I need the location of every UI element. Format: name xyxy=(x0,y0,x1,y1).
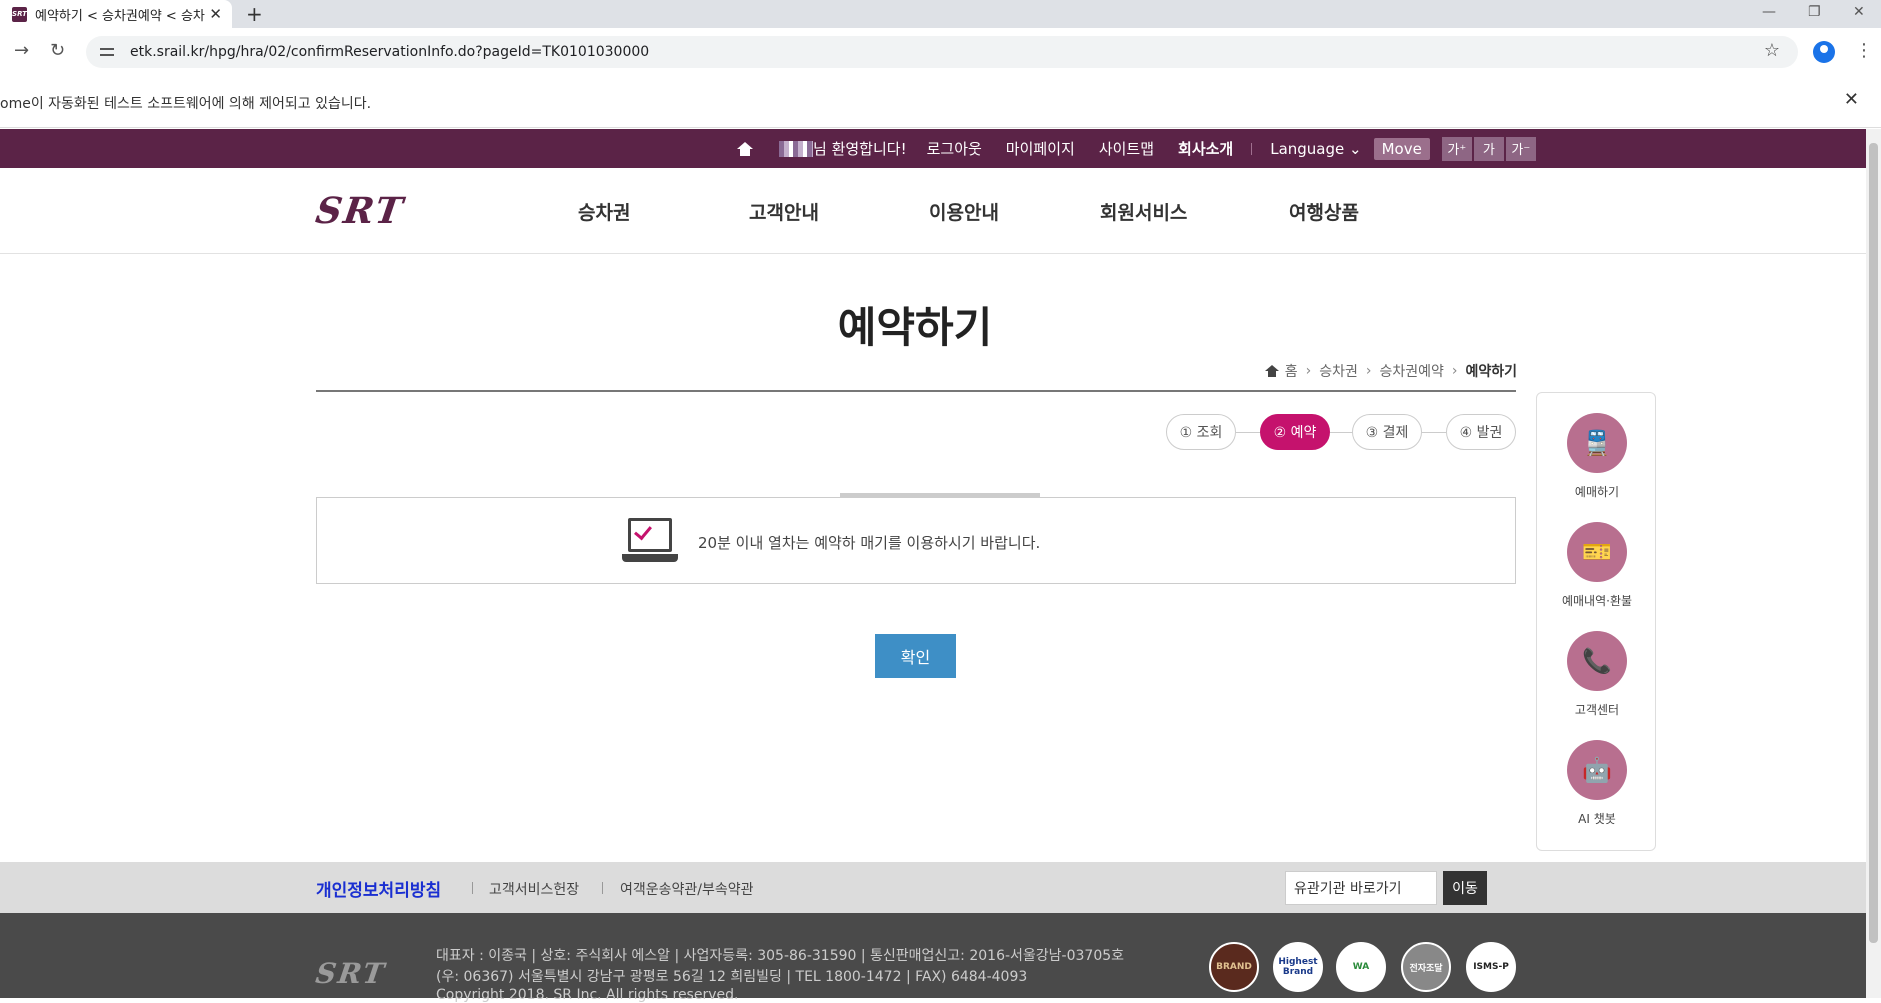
step-issue: ④ 발권 xyxy=(1446,414,1516,450)
browser-tabstrip: SRT 예약하기 < 승차권예약 < 승차 ✕ + — ❐ ✕ xyxy=(0,0,1881,28)
forward-icon[interactable]: → xyxy=(14,40,29,61)
profile-icon[interactable] xyxy=(1813,41,1835,63)
step-connector xyxy=(1330,432,1354,433)
font-normal-button[interactable]: 가 xyxy=(1473,136,1504,161)
quick-item-history[interactable]: 🎫 예매내역·환불 xyxy=(1537,522,1657,609)
masked-username xyxy=(779,140,813,157)
browser-tab[interactable]: SRT 예약하기 < 승차권예약 < 승차 ✕ xyxy=(0,0,232,28)
welcome-text: 님 환영합니다! xyxy=(813,140,907,158)
gnb-item-customer[interactable]: 고객안내 xyxy=(749,198,819,225)
procurement-icon: 전자조달 xyxy=(1401,942,1451,992)
tab-close-icon[interactable]: ✕ xyxy=(209,5,222,23)
copyright: Copyright 2018. SR Inc. All rights reser… xyxy=(436,987,739,1003)
sitemap-link[interactable]: 사이트맵 xyxy=(1099,138,1154,159)
language-select[interactable]: Language ⌄ xyxy=(1270,140,1361,158)
browser-menu-icon[interactable]: ⋮ xyxy=(1855,40,1873,61)
service-charter-link[interactable]: 고객서비스헌장 xyxy=(489,879,579,899)
gnb-item-ticket[interactable]: 승차권 xyxy=(578,198,630,225)
chevron-right-icon: › xyxy=(1365,363,1372,379)
font-increase-button[interactable]: 가⁺ xyxy=(1441,136,1472,161)
reload-icon[interactable]: ↻ xyxy=(50,40,65,61)
window-close-icon[interactable]: ✕ xyxy=(1853,4,1865,20)
step-search: ① 조회 xyxy=(1166,414,1236,450)
quick-item-chatbot[interactable]: 🤖 AI 챗봇 xyxy=(1537,740,1657,827)
minimize-icon[interactable]: — xyxy=(1762,4,1776,20)
confirm-button[interactable]: 확인 xyxy=(875,634,956,678)
breadcrumb-ticket[interactable]: 승차권 xyxy=(1319,361,1358,381)
related-sites-select[interactable]: 유관기관 바로가기 xyxy=(1285,871,1437,905)
gnb-item-travel[interactable]: 여행상품 xyxy=(1289,198,1359,225)
url-text: etk.srail.kr/hpg/hra/02/confirmReservati… xyxy=(130,44,650,60)
chatbot-icon: 🤖 xyxy=(1567,740,1627,800)
home-icon[interactable] xyxy=(737,141,753,156)
quick-label: AI 챗봇 xyxy=(1578,812,1616,826)
step-connector xyxy=(1236,432,1260,433)
web-accessibility-icon: WA xyxy=(1336,942,1386,992)
company-info: 대표자 : 이종국 | 상호: 주식회사 에스알 | 사업자등록: 305-86… xyxy=(436,948,1125,964)
brand-award-icon: BRAND xyxy=(1209,942,1259,992)
chevron-down-icon: ⌄ xyxy=(1349,139,1362,158)
logout-link[interactable]: 로그아웃 xyxy=(927,138,982,159)
phone-icon: 📞 xyxy=(1567,631,1627,691)
tab-title: 예약하기 < 승차권예약 < 승차 xyxy=(35,8,205,24)
step-connector xyxy=(1422,432,1446,433)
util-divider xyxy=(1251,142,1253,155)
scrollbar-thumb[interactable] xyxy=(1869,143,1878,943)
quick-item-reserve[interactable]: 🚆 예매하기 xyxy=(1537,413,1657,500)
breadcrumb-reservation[interactable]: 승차권예약 xyxy=(1379,361,1443,381)
terms-link[interactable]: 여객운송약관/부속약관 xyxy=(620,879,754,899)
footer-divider xyxy=(602,882,603,894)
breadcrumb: 홈 › 승차권 › 승차권예약 › 예약하기 xyxy=(1264,361,1517,381)
utility-bar: 님 환영합니다! 로그아웃 마이페이지 사이트맵 회사소개 Language ⌄… xyxy=(0,129,1866,168)
site-info-icon[interactable] xyxy=(100,45,118,59)
move-button[interactable]: Move xyxy=(1373,137,1430,160)
quick-label: 예매하기 xyxy=(1574,485,1620,499)
new-tab-icon[interactable]: + xyxy=(246,2,263,26)
laptop-check-icon xyxy=(622,518,678,566)
notice-text: 20분 이내 열차는 예약하 매기를 이용하시기 바랍니다. xyxy=(698,534,1041,552)
mypage-link[interactable]: 마이페이지 xyxy=(1006,138,1075,159)
address-bar[interactable]: etk.srail.kr/hpg/hra/02/confirmReservati… xyxy=(86,36,1798,68)
srt-logo[interactable]: SRT xyxy=(313,190,407,232)
bookmark-star-icon[interactable]: ☆ xyxy=(1764,40,1780,61)
breadcrumb-home-icon xyxy=(1264,365,1279,377)
automation-notice: ome이 자동화된 테스트 소프트웨어에 의해 제어되고 있습니다. xyxy=(0,96,372,112)
breadcrumb-current: 예약하기 xyxy=(1465,364,1517,380)
browser-toolbar: → ↻ etk.srail.kr/hpg/hra/02/confirmReser… xyxy=(0,28,1881,76)
quick-menu: 🚆 예매하기 🎫 예매내역·환불 📞 고객센터 🤖 AI 챗봇 xyxy=(1536,392,1656,851)
footer-logo: SRT xyxy=(313,957,389,990)
language-label: Language xyxy=(1270,139,1345,158)
ticket-icon: 🎫 xyxy=(1567,522,1627,582)
chevron-right-icon: › xyxy=(1451,363,1458,379)
notice-box: 20분 이내 열차는 예약하 매기를 이용하시기 바랍니다. xyxy=(316,497,1516,584)
train-icon: 🚆 xyxy=(1567,413,1627,473)
step-payment: ③ 결제 xyxy=(1352,414,1422,450)
breadcrumb-home[interactable]: 홈 xyxy=(1285,361,1298,381)
quick-item-callcenter[interactable]: 📞 고객센터 xyxy=(1537,631,1657,718)
quick-label: 고객센터 xyxy=(1574,703,1620,717)
footer-info: SRT 대표자 : 이종국 | 상호: 주식회사 에스알 | 사업자등록: 30… xyxy=(0,913,1866,1003)
footer-divider xyxy=(472,882,473,894)
page-title: 예약하기 xyxy=(837,303,993,352)
title-divider xyxy=(316,390,1516,392)
footer-links: 개인정보처리방침 고객서비스헌장 여객운송약관/부속약관 유관기관 바로가기 이… xyxy=(0,862,1866,913)
restore-icon[interactable]: ❐ xyxy=(1808,4,1821,20)
company-link[interactable]: 회사소개 xyxy=(1178,138,1233,159)
highest-brand-icon: Highest Brand xyxy=(1273,942,1323,992)
quick-label: 예매내역·환불 xyxy=(1561,594,1633,608)
global-navigation: SRT 승차권 고객안내 이용안내 회원서비스 여행상품 xyxy=(0,168,1866,254)
go-button[interactable]: 이동 xyxy=(1443,871,1487,905)
step-reserve: ② 예약 xyxy=(1260,414,1330,450)
privacy-policy-link[interactable]: 개인정보처리방침 xyxy=(316,876,441,901)
scrollbar[interactable] xyxy=(1866,129,1881,998)
isms-p-icon: ISMS-P xyxy=(1466,942,1516,992)
infobar-close-icon[interactable]: ✕ xyxy=(1844,89,1859,110)
font-decrease-button[interactable]: 가⁻ xyxy=(1505,136,1536,161)
gnb-item-guide[interactable]: 이용안내 xyxy=(929,198,999,225)
srt-favicon-icon: SRT xyxy=(12,6,27,22)
chevron-right-icon: › xyxy=(1305,363,1312,379)
automation-infobar: ome이 자동화된 테스트 소프트웨어에 의해 제어되고 있습니다. ✕ xyxy=(0,76,1881,128)
address-info: (우: 06367) 서울특별시 강남구 광평로 56길 12 희림빌딩 | T… xyxy=(436,969,1028,985)
gnb-item-member[interactable]: 회원서비스 xyxy=(1100,198,1187,225)
